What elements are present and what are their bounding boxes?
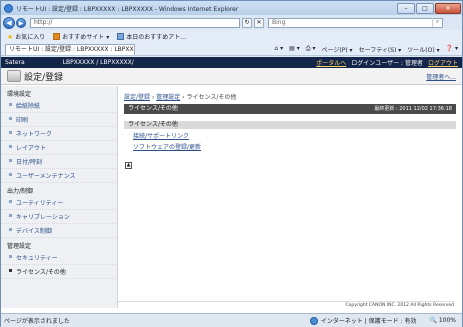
support-link[interactable]: 接続/サポートリンク (119, 129, 462, 140)
sidebar-item-paper[interactable]: 給紙除紙 (1, 99, 117, 113)
favorites-button[interactable]: ★ お気に入り (7, 32, 45, 42)
section-header: ライセンス/その他 (124, 121, 456, 129)
page-content: Satera LBPXXXXX / LBPXXXXX/ ポータルへ ログインユー… (1, 57, 462, 313)
breadcrumb-current: ライセンス/その他 (186, 94, 237, 101)
help-menu[interactable]: ❓ ▾ (446, 45, 458, 54)
ie-logo-icon (4, 3, 13, 13)
safety-menu[interactable]: セーフティ(S) ▾ (359, 45, 402, 54)
minimize-button[interactable]: – (397, 2, 415, 14)
panel-header: ライセンス/その他 最終更新 : 2011 12/02 17:36:18 (124, 104, 456, 114)
forward-icon[interactable]: ▶ (16, 17, 26, 28)
back-icon[interactable]: ◀ (3, 16, 15, 29)
device-name: LBPXXXXX / LBPXXXXX/ (62, 59, 134, 66)
refresh-icon[interactable]: ↻ (242, 17, 252, 28)
feeds-button[interactable]: ▤ ▾ (289, 45, 300, 54)
panel-title: ライセンス/その他 (128, 105, 178, 112)
security-zone: インターネット | 保護モード : 有効 🔍 100% (309, 316, 462, 325)
globe-icon (309, 316, 318, 325)
home-button[interactable]: ⌂ ▾ (274, 45, 283, 54)
address-bar: ◀ ▶ http:// ↻ ✕ Bing ⌕ (1, 15, 462, 30)
title-bar: リモートUI : 設定/登録 : LBPXXXXX : LBPXXXXX - W… (1, 1, 462, 15)
url-text: http:// (34, 19, 53, 26)
login-user: ログインユーザー : 管理者 (351, 60, 423, 67)
maximize-button[interactable]: □ (416, 2, 434, 14)
sidebar-section-label: 出力/制御 (7, 188, 34, 195)
brand-logo: Satera (5, 59, 25, 66)
site-header: Satera LBPXXXXX / LBPXXXXX/ ポータルへ ログインユー… (1, 57, 462, 68)
zone-text: インターネット | 保護モード : 有効 (320, 318, 417, 325)
status-bar: ページが表示されました インターネット | 保護モード : 有効 🔍 100% (1, 313, 462, 327)
tab-remote-ui[interactable]: リモートUI : 設定/登録 : LBPXXXXX : LBPXX... (5, 43, 135, 55)
page-title: 設定/登録 (24, 72, 64, 83)
software-register-link[interactable]: ソフトウェアの登録/更新 (119, 140, 462, 151)
web-slice-button[interactable]: 本日のおすすめアト... (117, 32, 186, 41)
breadcrumb-item[interactable]: 管理設定 (156, 94, 180, 101)
logout-link[interactable]: ログアウト (428, 58, 458, 67)
settings-title-bar: 設定/登録 管理者へ... (1, 68, 462, 85)
web-slice-icon (117, 33, 125, 40)
url-field[interactable]: http:// (30, 17, 240, 28)
portal-link[interactable]: ポータルへ (316, 58, 346, 67)
sidebar-section-label: 管理設定 (7, 243, 32, 250)
sidebar-item-security[interactable]: セキュリティー (1, 251, 117, 265)
breadcrumb: 設定/登録 › 管理設定 › ライセンス/その他 (124, 94, 237, 101)
breadcrumb-item[interactable]: 設定/登録 (124, 94, 150, 101)
sidebar-section-label: 環境設定 (7, 91, 32, 98)
sidebar-item-network[interactable]: ネットワーク (1, 127, 117, 141)
command-bar: ⌂ ▾ ▤ ▾ ⎙ ▾ ページ(P) ▾ セーフティ(S) ▾ ツール(O) ▾… (274, 45, 462, 54)
status-text: ページが表示されました (4, 318, 70, 325)
main-area: 設定/登録 › 管理設定 › ライセンス/その他 ライセンス/その他 最終更新 … (118, 86, 462, 308)
browser-window: リモートUI : 設定/登録 : LBPXXXXX : LBPXXXXX - W… (0, 0, 463, 327)
copyright: Copyright CANON INC. 2012 All Rights Res… (118, 301, 454, 308)
page-menu[interactable]: ページ(P) ▾ (321, 45, 352, 54)
sidebar: 環境設定 給紙除紙 印刷 ネットワーク レイアウト 日付/時刻 ユーザーメンテナ… (1, 86, 118, 308)
search-placeholder: Bing (272, 19, 286, 26)
suggested-sites-icon (53, 33, 61, 40)
stop-icon[interactable]: ✕ (254, 17, 264, 28)
sidebar-item-datetime[interactable]: 日付/時刻 (1, 155, 117, 169)
sidebar-item-layout[interactable]: レイアウト (1, 141, 117, 155)
settings-icon (7, 70, 21, 82)
sidebar-item-device-control[interactable]: デバイス制御 (1, 224, 117, 238)
tab-bar: リモートUI : 設定/登録 : LBPXXXXX : LBPXX... ⌂ ▾… (1, 43, 462, 56)
zoom-level[interactable]: 🔍 100% (429, 317, 456, 324)
tools-menu[interactable]: ツール(O) ▾ (407, 45, 439, 54)
sidebar-item-license[interactable]: ライセンス/その他 (1, 265, 117, 279)
sidebar-item-calibration[interactable]: キャリブレーション (1, 210, 117, 224)
sidebar-item-print[interactable]: 印刷 (1, 113, 117, 127)
page-top-icon[interactable]: ▲ (125, 162, 132, 169)
favorites-bar: ★ お気に入り おすすめサイト ▾ 本日のおすすめアト... (1, 30, 462, 43)
star-icon: ★ (7, 32, 14, 41)
search-input[interactable]: Bing ⌕ (268, 17, 443, 28)
sidebar-item-user-maintenance[interactable]: ユーザーメンテナンス (1, 169, 117, 183)
print-button[interactable]: ⎙ ▾ (306, 45, 316, 54)
sidebar-item-utility[interactable]: ユーティリティー (1, 196, 117, 210)
window-title: リモートUI : 設定/登録 : LBPXXXXX : LBPXXXXX - W… (16, 5, 239, 13)
close-button[interactable]: ✕ (435, 2, 461, 14)
admin-back-link[interactable]: 管理者へ... (426, 72, 456, 81)
suggested-sites-button[interactable]: おすすめサイト ▾ (53, 32, 109, 41)
last-updated: 最終更新 : 2011 12/02 17:36:18 (374, 106, 452, 112)
search-icon[interactable]: ⌕ (432, 18, 442, 27)
